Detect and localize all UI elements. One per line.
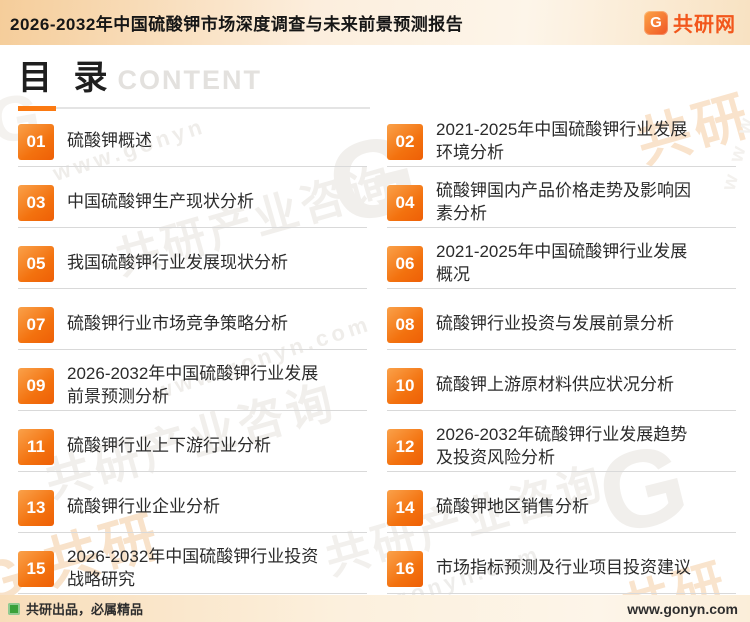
toc-item-label: 市场指标预测及行业项目投资建议 (436, 558, 691, 578)
toc-column-left: 01 硫酸钾概述 03 中国硫酸钾生产现状分析 05 我国硫酸钾行业发展现状分析… (18, 111, 371, 595)
toc-item-number: 09 (18, 367, 54, 404)
toc-item-label: 2026-2032年中国硫酸钾行业投资 战略研究 (67, 547, 319, 589)
toc-item-03[interactable]: 03 中国硫酸钾生产现状分析 (18, 172, 371, 233)
toc-grid: 01 硫酸钾概述 03 中国硫酸钾生产现状分析 05 我国硫酸钾行业发展现状分析… (0, 109, 750, 595)
toc-item-02[interactable]: 02 2021-2025年中国硫酸钾行业发展 环境分析 (387, 111, 740, 172)
toc-item-06[interactable]: 06 2021-2025年中国硫酸钾行业发展 概况 (387, 233, 740, 294)
quality-badge-icon (8, 602, 20, 615)
toc-item-11[interactable]: 11 硫酸钾行业上下游行业分析 (18, 416, 371, 477)
toc-item-number: 15 (18, 550, 54, 587)
toc-item-number: 16 (387, 550, 423, 587)
toc-item-09[interactable]: 09 2026-2032年中国硫酸钾行业发展 前景预测分析 (18, 355, 371, 416)
toc-item-14[interactable]: 14 硫酸钾地区销售分析 (387, 477, 740, 538)
toc-item-label: 2021-2025年中国硫酸钾行业发展 环境分析 (436, 120, 688, 162)
logo-text: 共研网 (673, 14, 736, 36)
toc-item-01[interactable]: 01 硫酸钾概述 (18, 111, 371, 172)
toc-item-label: 中国硫酸钾生产现状分析 (67, 192, 254, 212)
toc-item-label: 硫酸钾行业投资与发展前景分析 (436, 314, 674, 334)
toc-item-label: 硫酸钾行业上下游行业分析 (67, 436, 271, 456)
toc-item-12[interactable]: 12 2026-2032年硫酸钾行业发展趋势 及投资风险分析 (387, 416, 740, 477)
toc-item-label: 2021-2025年中国硫酸钾行业发展 概况 (436, 242, 688, 284)
toc-title: 目 录 (18, 59, 114, 97)
toc-item-07[interactable]: 07 硫酸钾行业市场竞争策略分析 (18, 294, 371, 355)
toc-item-number: 14 (387, 489, 423, 526)
toc-item-number: 05 (18, 245, 54, 282)
footer-slogan-text: 共研出品，必属精品 (26, 602, 144, 617)
toc-item-label: 硫酸钾行业企业分析 (67, 497, 220, 517)
toc-item-number: 02 (387, 123, 423, 160)
toc-header: 目 录 CONTENT (18, 50, 370, 111)
toc-item-label: 硫酸钾行业市场竞争策略分析 (67, 314, 288, 334)
report-title: 2026-2032年中国硫酸钾市场深度调查与未来前景预测报告 (10, 15, 464, 34)
toc-item-08[interactable]: 08 硫酸钾行业投资与发展前景分析 (387, 294, 740, 355)
toc-item-number: 13 (18, 489, 54, 526)
footer-slogan: 共研出品，必属精品 (8, 599, 143, 618)
toc-item-label: 硫酸钾国内产品价格走势及影响因 素分析 (436, 181, 691, 223)
toc-page: Gwww.gonyn 共研产业咨询 G 共研 w w w 共研产业咨询 www.gonyn.… (0, 45, 750, 595)
logo[interactable]: G 共研网 (644, 8, 736, 37)
toc-item-label: 2026-2032年中国硫酸钾行业发展 前景预测分析 (67, 364, 319, 406)
toc-item-label: 我国硫酸钾行业发展现状分析 (67, 253, 288, 273)
toc-item-label: 2026-2032年硫酸钾行业发展趋势 及投资风险分析 (436, 425, 688, 467)
toc-item-16[interactable]: 16 市场指标预测及行业项目投资建议 (387, 538, 740, 595)
logo-g-icon: G (644, 10, 668, 35)
toc-item-13[interactable]: 13 硫酸钾行业企业分析 (18, 477, 371, 538)
toc-item-number: 06 (387, 245, 423, 282)
toc-subtitle-watermark: CONTENT (117, 65, 262, 95)
toc-item-number: 04 (387, 184, 423, 221)
toc-item-number: 11 (18, 428, 54, 465)
toc-item-label: 硫酸钾上游原材料供应状况分析 (436, 375, 674, 395)
toc-item-number: 10 (387, 367, 423, 404)
toc-item-label: 硫酸钾地区销售分析 (436, 497, 589, 517)
toc-item-number: 03 (18, 184, 54, 221)
toc-item-10[interactable]: 10 硫酸钾上游原材料供应状况分析 (387, 355, 740, 416)
toc-column-right: 02 2021-2025年中国硫酸钾行业发展 环境分析 04 硫酸钾国内产品价格… (387, 111, 740, 595)
header-bar: 2026-2032年中国硫酸钾市场深度调查与未来前景预测报告 G 共研网 (0, 0, 750, 45)
footer-url[interactable]: www.gonyn.com (627, 601, 738, 617)
toc-item-label: 硫酸钾概述 (67, 131, 152, 151)
toc-item-number: 01 (18, 123, 54, 160)
toc-item-number: 12 (387, 428, 423, 465)
toc-item-04[interactable]: 04 硫酸钾国内产品价格走势及影响因 素分析 (387, 172, 740, 233)
toc-item-number: 08 (387, 306, 423, 343)
footer-bar: 共研出品，必属精品 www.gonyn.com (0, 595, 750, 622)
toc-item-05[interactable]: 05 我国硫酸钾行业发展现状分析 (18, 233, 371, 294)
toc-item-15[interactable]: 15 2026-2032年中国硫酸钾行业投资 战略研究 (18, 538, 371, 595)
toc-item-number: 07 (18, 306, 54, 343)
